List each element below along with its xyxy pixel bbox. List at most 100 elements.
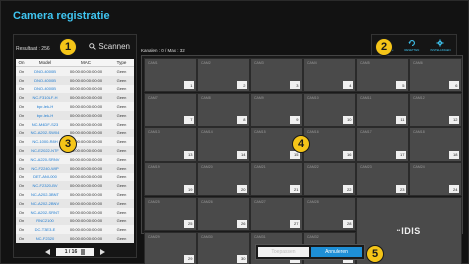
prev-page-icon[interactable] xyxy=(45,249,50,255)
apply-button[interactable]: Toepassen xyxy=(258,247,309,257)
device-row[interactable]: On bpr-lek-H 00:00:00:00:00:00 Geen xyxy=(16,102,134,111)
row-on: On xyxy=(18,121,25,127)
channel-cell[interactable]: CAM17 17 xyxy=(356,127,409,162)
page-selector[interactable]: 1 / 16 xyxy=(56,248,94,256)
channel-cell[interactable]: CAM23 23 xyxy=(356,162,409,197)
row-model: bpr-lek-H xyxy=(36,104,54,110)
device-row[interactable]: On DNO-4000B 00:00:00:00:00:00 Geen xyxy=(16,75,134,85)
channel-cell[interactable]: CAM5 5 xyxy=(356,58,409,93)
device-row[interactable]: On bpr-lek-H 00:00:00:00:00:00 Geen xyxy=(16,110,134,120)
channel-cell[interactable]: CAM14 14 xyxy=(197,127,250,162)
scan-button[interactable]: Scannen xyxy=(89,42,130,51)
channel-name: CAM14 xyxy=(201,130,213,135)
row-mac: 00:00:00:00:00:00 xyxy=(69,77,103,83)
column-model: Model xyxy=(38,60,52,65)
device-row[interactable]: On NC-A202-SW04 00:00:00:00:00:00 Geen xyxy=(16,128,134,138)
channel-cell[interactable]: CAM13 13 xyxy=(144,127,197,162)
channel-number: 5 xyxy=(395,81,406,90)
row-on: On xyxy=(18,95,25,101)
channel-cell[interactable]: CAM22 22 xyxy=(303,162,356,197)
channel-number: 29 xyxy=(183,254,194,263)
row-on: On xyxy=(18,209,25,215)
channel-number: 21 xyxy=(289,185,300,194)
row-type: Geen xyxy=(116,68,127,74)
channel-name: CAM22 xyxy=(307,165,319,170)
pager: 1 / 16 xyxy=(14,247,136,257)
next-page-icon[interactable] xyxy=(100,249,105,255)
reset-button[interactable]: RESETTEN xyxy=(404,39,419,52)
channel-name: CAM18 xyxy=(413,130,425,135)
row-model: bpr-lek-H xyxy=(36,112,54,118)
channel-cell[interactable]: CAM26 26 xyxy=(197,196,250,231)
device-row[interactable]: On NC-M4DF-S23 00:00:00:00:00:00 Geen xyxy=(16,120,134,129)
channel-number: 7 xyxy=(183,115,194,124)
channel-name: CAM32 xyxy=(307,234,319,239)
row-on: On xyxy=(18,218,25,224)
device-row[interactable]: On DNO-4000B 00:00:00:00:00:00 Geen xyxy=(16,85,134,94)
channel-number: 2 xyxy=(236,81,247,90)
row-on: On xyxy=(18,227,25,233)
device-row[interactable]: On RNC2100 00:00:00:00:00:00 Geen xyxy=(16,216,134,226)
device-row[interactable]: On DC-T3E3-E 00:00:00:00:00:00 Geen xyxy=(16,225,134,234)
row-mac: 00:00:00:00:00:00 xyxy=(69,68,103,74)
device-row[interactable]: On NC-A220-SRNV 00:00:00:00:00:00 Geen xyxy=(16,155,134,164)
column-on: On xyxy=(18,60,25,65)
channel-cell[interactable]: CAM6 6 xyxy=(409,58,462,93)
device-row[interactable]: On DNO-4000B 00:00:00:00:00:00 Geen xyxy=(16,67,134,76)
channel-cell[interactable]: CAM30 30 xyxy=(197,231,250,264)
channel-cell[interactable]: CAM8 8 xyxy=(197,92,250,127)
channel-cell[interactable]: CAM4 4 xyxy=(303,58,356,93)
device-row[interactable]: On NC-A202-2BNV 00:00:00:00:00:00 Geen xyxy=(16,198,134,208)
channel-name: CAM24 xyxy=(413,165,425,170)
channel-number: 13 xyxy=(183,150,194,159)
row-type: Geen xyxy=(116,95,127,101)
channel-name: CAM23 xyxy=(360,165,372,170)
channel-name: CAM2 xyxy=(201,61,211,65)
settings-button[interactable]: INSTELLINGEN xyxy=(430,38,451,52)
channel-name: CAM9 xyxy=(254,95,264,100)
marker-3: 3 xyxy=(59,135,77,153)
channel-cell[interactable]: CAM20 20 xyxy=(197,162,250,197)
row-model: DET-ANI-000 xyxy=(33,174,57,180)
channel-name: CAM16 xyxy=(307,130,319,135)
row-model: NC-F2320 xyxy=(35,236,55,242)
device-row[interactable]: On DET-ANI-000 00:00:00:00:00:00 Geen xyxy=(16,173,134,182)
channel-cell[interactable]: CAM12 12 xyxy=(409,92,462,127)
cancel-button[interactable]: Annuleren xyxy=(311,247,362,257)
channel-cell[interactable]: CAM29 29 xyxy=(144,231,197,264)
channel-cell[interactable]: CAM16 16 xyxy=(303,127,356,162)
channel-cell[interactable]: CAM27 27 xyxy=(250,196,303,231)
channel-cell[interactable]: CAM19 19 xyxy=(144,162,197,197)
channel-cell[interactable]: CAM11 11 xyxy=(356,92,409,127)
channel-cell[interactable]: CAM24 24 xyxy=(409,162,462,197)
column-mac: MAC xyxy=(81,60,91,65)
reset-label: RESETTEN xyxy=(404,47,420,52)
channel-cell[interactable]: CAM18 18 xyxy=(409,127,462,162)
device-row[interactable]: On NC-A202-3BNT 00:00:00:00:00:00 Geen xyxy=(16,190,134,199)
marker-5: 5 xyxy=(366,245,384,263)
device-row[interactable]: On NC-F310LF-H 00:00:00:00:00:00 Geen xyxy=(16,93,134,103)
row-model: DNO-4000B xyxy=(34,77,56,83)
channel-cell[interactable]: CAM7 7 xyxy=(144,92,197,127)
channel-cell[interactable]: CAM25 25 xyxy=(144,196,197,231)
row-on: On xyxy=(18,104,25,110)
device-row[interactable]: On NC-F2320-BV 00:00:00:00:00:00 Geen xyxy=(16,181,134,191)
row-model: NC-E2022-NTF xyxy=(31,148,59,154)
channel-cell[interactable]: CAM21 21 xyxy=(250,162,303,197)
device-row[interactable]: On NC-A202-SRNT 00:00:00:00:00:00 Geen xyxy=(16,208,134,217)
channel-cell[interactable]: CAM1 1 xyxy=(144,58,197,93)
channel-cell[interactable]: CAM2 2 xyxy=(197,58,250,93)
row-model: NC-F2240-WIP xyxy=(31,165,59,171)
channel-cell[interactable]: CAM28 28 xyxy=(303,196,356,231)
row-mac: 00:00:00:00:00:00 xyxy=(69,174,103,180)
page-spinner-icon[interactable] xyxy=(81,249,86,255)
row-mac: 00:00:00:00:00:00 xyxy=(69,165,103,171)
channel-number: 10 xyxy=(342,115,353,124)
device-row[interactable]: On NC-F2240-WIP 00:00:00:00:00:00 Geen xyxy=(16,163,134,173)
channel-name: CAM17 xyxy=(360,130,372,135)
channel-cell[interactable]: CAM9 9 xyxy=(250,92,303,127)
channel-cell[interactable]: CAM3 3 xyxy=(250,58,303,93)
device-row[interactable]: On NC-F2320 00:00:00:00:00:00 Geen xyxy=(16,234,134,243)
channel-cell[interactable]: CAM10 10 xyxy=(303,92,356,127)
device-list-header: On Model MAC Type xyxy=(16,59,134,67)
